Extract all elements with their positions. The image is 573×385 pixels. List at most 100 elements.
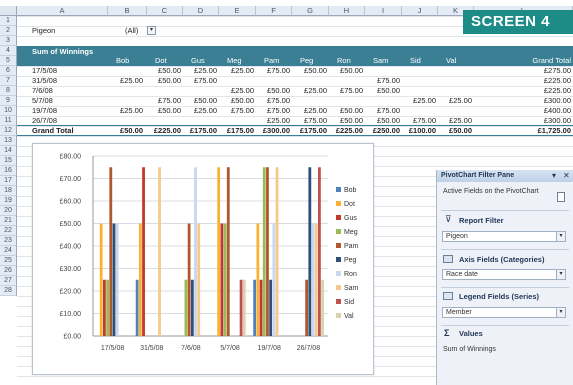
filter-value-cell[interactable]: (All) <box>125 26 145 36</box>
pivot-cell[interactable]: £50.00 <box>147 106 183 116</box>
grand-total-cell[interactable]: £175.00 <box>183 126 219 136</box>
filter-label-cell[interactable]: Pigeon <box>32 26 92 36</box>
grand-total-label[interactable]: Grand Total <box>32 126 102 136</box>
pivot-cell[interactable]: £25.00 <box>219 66 256 76</box>
pivot-cell[interactable]: £75.00 <box>365 76 402 86</box>
pivot-row-date[interactable]: 17/5/08 <box>32 66 102 76</box>
row-header[interactable]: 21 <box>0 216 17 226</box>
pivot-column-header[interactable]: Pam <box>256 56 292 66</box>
pivot-column-header[interactable]: Dot <box>147 56 183 66</box>
pivot-cell[interactable]: £25.00 <box>108 106 145 116</box>
pivot-column-header[interactable]: Val <box>438 56 474 66</box>
row-header[interactable]: 18 <box>0 186 17 196</box>
row-header[interactable]: 7 <box>0 76 17 86</box>
report-filter-dropdown-icon[interactable]: ▾ <box>556 232 565 241</box>
row-header[interactable]: 1 <box>0 16 17 26</box>
pivot-cell[interactable]: £75.00 <box>219 106 256 116</box>
column-header[interactable]: E <box>219 6 256 16</box>
column-header[interactable]: A <box>17 6 108 16</box>
filter-dropdown-icon[interactable]: ▾ <box>147 26 156 35</box>
row-header[interactable]: 23 <box>0 236 17 246</box>
report-filter-box[interactable]: Pigeon ▾ <box>442 231 566 242</box>
pane-dropdown-icon[interactable]: ▾ <box>552 171 556 180</box>
pivot-row-date[interactable]: 31/5/08 <box>32 76 102 86</box>
column-header[interactable]: H <box>329 6 365 16</box>
grand-total-cell[interactable]: £100.00 <box>402 126 438 136</box>
row-header[interactable]: 3 <box>0 36 17 46</box>
field-list-icon[interactable] <box>557 192 565 202</box>
axis-fields-dropdown-icon[interactable]: ▾ <box>556 270 565 279</box>
axis-fields-box[interactable]: Race date ▾ <box>442 269 566 280</box>
pivot-cell[interactable] <box>329 96 365 106</box>
row-header[interactable]: 13 <box>0 136 17 146</box>
grand-total-cell[interactable]: £250.00 <box>365 126 402 136</box>
pivot-cell[interactable]: £50.00 <box>219 96 256 106</box>
column-header[interactable]: B <box>108 6 147 16</box>
pivot-row-date[interactable]: 5/7/08 <box>32 96 102 106</box>
row-header[interactable]: 9 <box>0 96 17 106</box>
row-header[interactable]: 15 <box>0 156 17 166</box>
pivot-cell[interactable]: £25.00 <box>402 96 438 106</box>
pivot-cell[interactable]: £225.00 <box>474 76 573 86</box>
row-header[interactable]: 11 <box>0 116 17 126</box>
pivot-cell[interactable]: £275.00 <box>474 66 573 76</box>
pivot-cell[interactable] <box>108 96 145 106</box>
column-header[interactable]: D <box>183 6 219 16</box>
pivot-cell[interactable] <box>183 86 219 96</box>
grand-total-cell[interactable]: £300.00 <box>256 126 292 136</box>
pivot-cell[interactable]: £25.00 <box>183 66 219 76</box>
pivot-cell[interactable] <box>108 66 145 76</box>
row-header[interactable]: 24 <box>0 246 17 256</box>
row-header[interactable]: 26 <box>0 266 17 276</box>
row-header[interactable]: 14 <box>0 146 17 156</box>
pivot-chart[interactable]: £0.00 £10.00 £20.00 £30.00 £40.00 £50.00 £60.0… <box>32 143 374 375</box>
pivot-cell[interactable]: £50.00 <box>147 66 183 76</box>
pivot-cell[interactable] <box>402 76 438 86</box>
column-header[interactable]: I <box>365 6 402 16</box>
pivot-cell[interactable] <box>438 106 474 116</box>
grand-total-cell[interactable]: £225.00 <box>329 126 365 136</box>
row-header[interactable]: 8 <box>0 86 17 96</box>
pivot-cell[interactable] <box>438 86 474 96</box>
grand-total-cell[interactable]: £50.00 <box>438 126 474 136</box>
pivot-cell[interactable]: £50.00 <box>147 76 183 86</box>
row-header[interactable]: 27 <box>0 276 17 286</box>
pivot-cell[interactable]: £25.00 <box>108 76 145 86</box>
column-header[interactable]: F <box>256 6 292 16</box>
pivot-cell[interactable]: £75.00 <box>147 96 183 106</box>
pivot-column-header[interactable]: Gus <box>183 56 219 66</box>
pivot-cell[interactable]: £50.00 <box>183 96 219 106</box>
pivot-cell[interactable]: £50.00 <box>329 66 365 76</box>
pivot-row-date[interactable]: 19/7/08 <box>32 106 102 116</box>
pivot-cell[interactable] <box>329 76 365 86</box>
pivot-cell[interactable]: £75.00 <box>256 106 292 116</box>
grand-total-cell[interactable]: £175.00 <box>292 126 329 136</box>
pivot-cell[interactable]: £50.00 <box>365 86 402 96</box>
pivot-cell[interactable] <box>402 106 438 116</box>
grand-total-cell[interactable]: £1,725.00 <box>474 126 573 136</box>
row-header[interactable]: 10 <box>0 106 17 116</box>
grand-total-cell[interactable]: £50.00 <box>108 126 145 136</box>
pivot-cell[interactable] <box>256 76 292 86</box>
pivot-cell[interactable] <box>402 66 438 76</box>
legend-fields-box[interactable]: Member ▾ <box>442 307 566 318</box>
pivot-cell[interactable]: £75.00 <box>183 76 219 86</box>
pivot-cell[interactable] <box>108 86 145 96</box>
column-header[interactable]: J <box>402 6 438 16</box>
pivot-cell[interactable]: £50.00 <box>292 66 329 76</box>
pivot-cell[interactable]: £300.00 <box>474 96 573 106</box>
row-header[interactable]: 17 <box>0 176 17 186</box>
pivot-cell[interactable] <box>438 66 474 76</box>
row-header[interactable]: 4 <box>0 46 17 56</box>
pivot-cell[interactable]: £75.00 <box>329 86 365 96</box>
pivot-column-header[interactable]: Ron <box>329 56 365 66</box>
column-header[interactable]: G <box>292 6 329 16</box>
pivot-cell[interactable]: £25.00 <box>438 96 474 106</box>
pivot-cell[interactable]: £25.00 <box>292 86 329 96</box>
row-header[interactable]: 22 <box>0 226 17 236</box>
row-header[interactable]: 19 <box>0 196 17 206</box>
pivot-cell[interactable] <box>438 76 474 86</box>
row-header[interactable]: 20 <box>0 206 17 216</box>
pivot-cell[interactable] <box>365 66 402 76</box>
pivot-row-date[interactable]: 7/6/08 <box>32 86 102 96</box>
